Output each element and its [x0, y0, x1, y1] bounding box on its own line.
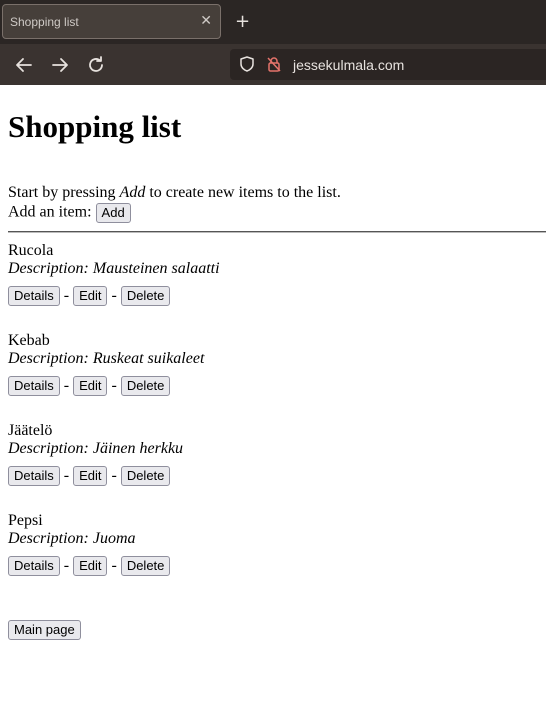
intro-text-emphasis: Add — [119, 184, 146, 201]
intro-text-start: Start by pressing — [8, 184, 120, 201]
tab-title: Shopping list — [10, 15, 79, 29]
edit-button[interactable]: Edit — [73, 376, 108, 396]
intro-text-end: to create new items to the list. — [145, 184, 341, 201]
separator: - — [111, 286, 117, 304]
new-tab-button[interactable]: + — [235, 11, 250, 33]
details-button[interactable]: Details — [8, 466, 60, 486]
add-item-label: Add an item: — [8, 203, 96, 221]
item-actions: Details - Edit - Delete — [8, 286, 171, 306]
details-button[interactable]: Details — [8, 556, 60, 576]
divider — [8, 231, 546, 233]
separator: - — [111, 376, 117, 394]
add-item-row: Add an item: Add — [8, 203, 131, 223]
item-actions: Details - Edit - Delete — [8, 466, 171, 486]
separator: - — [111, 466, 117, 484]
reload-icon[interactable] — [85, 54, 107, 76]
edit-button[interactable]: Edit — [73, 466, 108, 486]
details-button[interactable]: Details — [8, 286, 60, 306]
item-name: Jäätelö — [8, 422, 53, 439]
insecure-lock-icon[interactable] — [265, 55, 283, 73]
separator: - — [63, 286, 70, 304]
shield-icon[interactable] — [238, 55, 256, 73]
item-description: Description: Jäinen herkku — [8, 440, 184, 457]
item-name: Pepsi — [8, 512, 43, 529]
browser-tab[interactable]: Shopping list ✕ — [2, 4, 221, 39]
item-description: Description: Juoma — [8, 530, 136, 547]
edit-button[interactable]: Edit — [73, 556, 108, 576]
item-actions: Details - Edit - Delete — [8, 556, 171, 576]
details-button[interactable]: Details — [8, 376, 60, 396]
close-tab-icon[interactable]: ✕ — [200, 12, 212, 30]
item-actions: Details - Edit - Delete — [8, 376, 171, 396]
forward-arrow-icon[interactable] — [49, 54, 71, 76]
intro-text: Start by pressing Add to create new item… — [8, 184, 341, 202]
delete-button[interactable]: Delete — [120, 556, 171, 576]
url-text[interactable]: jessekulmala.com — [293, 57, 404, 73]
item-description: Description: Mausteinen salaatti — [8, 260, 220, 277]
item-name: Rucola — [8, 242, 54, 259]
edit-button[interactable]: Edit — [73, 286, 108, 306]
item-description: Description: Ruskeat suikaleet — [8, 350, 205, 367]
delete-button[interactable]: Delete — [120, 376, 171, 396]
add-button[interactable]: Add — [95, 203, 131, 223]
separator: - — [63, 376, 70, 394]
delete-button[interactable]: Delete — [120, 286, 171, 306]
separator: - — [63, 466, 70, 484]
separator: - — [63, 556, 70, 574]
item-name: Kebab — [8, 332, 50, 349]
back-arrow-icon[interactable] — [13, 54, 35, 76]
main-page-button[interactable]: Main page — [8, 620, 81, 640]
browser-tab-bar: Shopping list ✕ + — [0, 0, 546, 44]
delete-button[interactable]: Delete — [120, 466, 171, 486]
separator: - — [111, 556, 117, 574]
page-title: Shopping list — [8, 109, 182, 144]
